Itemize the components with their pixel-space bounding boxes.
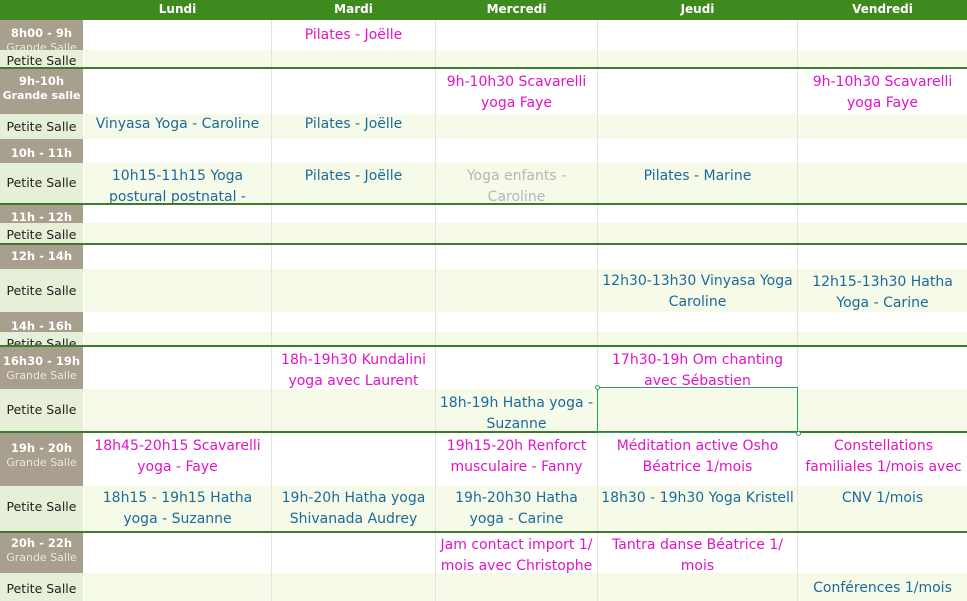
- event-cell[interactable]: 9h-10h30 Scavarelli yoga Faye: [804, 72, 961, 114]
- event-cell[interactable]: 19h15-20h Renforct musculaire - Fanny: [440, 436, 593, 478]
- slot-separator: [0, 67, 967, 69]
- time-cell-8h: 8h00 - 9h Grande Salle: [0, 20, 83, 51]
- slot-separator: [0, 243, 967, 245]
- day-header-mardi: Mardi: [334, 2, 373, 16]
- row-12h-grande: [84, 245, 967, 269]
- event-cell[interactable]: Jam contact import 1/ mois avec Christop…: [438, 535, 595, 575]
- day-header-vendredi: Vendredi: [852, 2, 913, 16]
- event-cell[interactable]: Vinyasa Yoga - Caroline: [84, 114, 271, 135]
- day-header-jeudi: Jeudi: [680, 2, 715, 16]
- row-16h-grande: [84, 347, 967, 389]
- day-header-mercredi: Mercredi: [486, 2, 547, 16]
- room-label-petite-salle: Petite Salle: [0, 332, 83, 345]
- room-label-petite-salle: Petite Salle: [0, 223, 83, 243]
- row-14h-grande: [84, 312, 967, 332]
- room-label-petite-salle: Petite Salle: [0, 50, 83, 67]
- time-cell-16h30: 16h30 - 19h Grande Salle: [0, 347, 83, 390]
- room-label-petite-salle: Petite Salle: [0, 114, 83, 139]
- event-cell[interactable]: Constellations familiales 1/mois avec Cé…: [800, 436, 967, 478]
- event-cell[interactable]: Pilates - Joëlle: [272, 114, 435, 135]
- row-8h-grande: [84, 20, 967, 50]
- selection-handle[interactable]: [595, 385, 600, 390]
- slot-separator: [0, 431, 967, 433]
- room-label-petite-salle: Petite Salle: [0, 269, 83, 312]
- event-cell[interactable]: Pilates - Marine: [598, 166, 797, 187]
- time-cell-9h: 9h-10h Grande salle: [0, 69, 83, 115]
- selection-handle[interactable]: [796, 431, 801, 436]
- time-cell-12h: 12h - 14h: [0, 245, 83, 270]
- event-cell[interactable]: 12h30-13h30 Vinyasa Yoga Caroline: [600, 271, 795, 313]
- event-cell[interactable]: 10h15-11h15 Yoga postural postnatal -Mar…: [86, 166, 269, 203]
- event-cell[interactable]: 18h-19h30 Kundalini yoga avec Laurent: [276, 350, 431, 389]
- event-cell[interactable]: 18h15 - 19h15 Hatha yoga - Suzanne: [90, 488, 265, 530]
- slot-separator: [0, 345, 967, 347]
- time-cell-20h: 20h - 22h Grande Salle: [0, 533, 83, 574]
- event-cell[interactable]: 18h-19h Hatha yoga - Suzanne: [438, 393, 595, 431]
- room-label-petite-salle: Petite Salle: [0, 163, 83, 203]
- row-11h-petite: [84, 223, 967, 243]
- grid-line: [435, 20, 436, 601]
- event-cell[interactable]: 17h30-19h Om chanting avec Sébastien: [600, 350, 795, 389]
- grid-line: [271, 20, 272, 601]
- event-cell[interactable]: 12h15-13h30 Hatha Yoga - Carine: [808, 272, 957, 312]
- event-cell[interactable]: Yoga enfants - Caroline: [440, 166, 593, 203]
- room-label-petite-salle: Petite Salle: [0, 389, 83, 431]
- row-11h-grande: [84, 205, 967, 223]
- event-cell[interactable]: 9h-10h30 Scavarelli yoga Faye: [438, 72, 595, 114]
- grid-line: [797, 20, 798, 601]
- day-header-lundi: Lundi: [158, 2, 197, 16]
- row-14h-petite: [84, 332, 967, 345]
- event-cell[interactable]: 19h-20h30 Hatha yoga - Carine: [446, 488, 587, 530]
- event-cell[interactable]: 18h45-20h15 Scavarelli yoga - Faye: [86, 436, 269, 478]
- event-cell[interactable]: Pilates - Joëlle: [272, 166, 435, 187]
- event-cell[interactable]: Tantra danse Béatrice 1/ mois: [608, 535, 787, 575]
- slot-separator: [0, 203, 967, 205]
- room-label-petite-salle: Petite Salle: [0, 486, 83, 531]
- time-cell-19h: 19h - 20h Grande Salle: [0, 433, 83, 487]
- time-cell-14h: 14h - 16h: [0, 312, 83, 333]
- room-label-petite-salle: Petite Salle: [0, 573, 83, 601]
- row-8h-petite: [84, 50, 967, 67]
- event-cell[interactable]: Conférences 1/mois: [798, 578, 967, 599]
- event-cell[interactable]: CNV 1/mois: [798, 488, 967, 509]
- grid-line: [597, 20, 598, 601]
- event-cell[interactable]: 18h30 - 19h30 Yoga Kristell: [598, 488, 797, 509]
- slot-separator: [0, 531, 967, 533]
- time-cell-11h: 11h - 12h: [0, 205, 83, 224]
- time-cell-10h: 10h - 11h: [0, 139, 83, 164]
- event-cell[interactable]: Pilates - Joëlle: [272, 25, 435, 46]
- event-cell[interactable]: 19h-20h Hatha yoga Shivanada Audrey: [276, 488, 431, 530]
- event-cell[interactable]: Méditation active Osho Béatrice 1/mois: [608, 436, 787, 478]
- row-10h-grande: [84, 139, 967, 163]
- selected-cell[interactable]: [597, 387, 798, 433]
